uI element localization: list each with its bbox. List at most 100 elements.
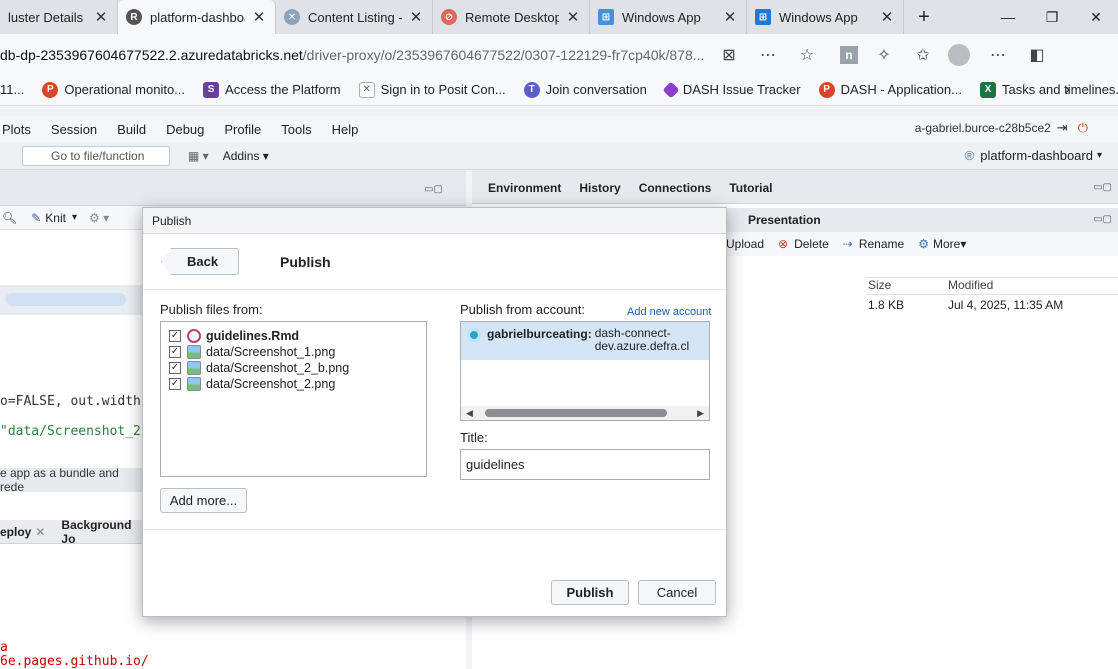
upload-label: Upload <box>726 237 765 251</box>
rename-label: Rename <box>858 237 905 251</box>
addins-menu[interactable]: Addins ▾ <box>223 149 269 163</box>
rename-button[interactable]: ⇢ Rename <box>843 237 904 251</box>
bookmark-item[interactable]: ✕ Sign in to Posit Con... <box>358 81 506 98</box>
tab-background-jobs[interactable]: Background Jo <box>61 518 143 546</box>
environment-tabs: Environment History Connections Tutorial… <box>472 170 1118 204</box>
tab-windows-app-2[interactable]: ⊞ Windows App ✕ <box>747 0 904 34</box>
favorite-star-icon[interactable]: ☆ <box>793 41 821 69</box>
scrollbar-thumb[interactable] <box>485 409 667 417</box>
sidebar-icon[interactable]: ◧ <box>1023 41 1051 69</box>
bookmark-label: Sign in to Posit Con... <box>380 82 506 97</box>
close-icon[interactable]: ✕ <box>722 8 738 26</box>
file-checkbox[interactable]: ✓ <box>169 330 181 342</box>
table-row[interactable]: 1.8 KB Jul 4, 2025, 11:35 AM <box>866 298 1118 318</box>
restore-pane-icon[interactable]: ▭▢ <box>1093 214 1112 225</box>
tab-content-listing[interactable]: ✕ Content Listing - F ✕ <box>276 0 433 34</box>
close-icon[interactable]: ✕ <box>251 8 267 26</box>
power-icon[interactable]: ⏻ <box>1078 120 1088 136</box>
menu-plots[interactable]: Plots <box>2 122 31 137</box>
add-new-account-link[interactable]: Add new account <box>627 306 711 318</box>
search-icon[interactable]: 🔍︎ <box>2 211 17 225</box>
scroll-left-icon[interactable]: ◀ <box>466 408 473 419</box>
menu-help[interactable]: Help <box>332 122 359 137</box>
goto-file-input[interactable]: Go to file/function <box>22 145 170 166</box>
url-field[interactable]: db-dp-2353967604677522.2.azuredatabricks… <box>0 42 840 68</box>
tab-presentation[interactable]: Presentation <box>748 213 821 227</box>
knit-button[interactable]: Knit <box>45 211 66 225</box>
menu-profile[interactable]: Profile <box>224 122 261 137</box>
close-icon[interactable]: ✕ <box>565 8 581 26</box>
bookmark-item[interactable]: T Join conversation <box>523 81 647 98</box>
new-tab-button[interactable]: + <box>904 0 944 34</box>
grid-layout-icon[interactable]: ▦ ▾ <box>188 149 209 163</box>
project-menu[interactable]: ® platform-dashboard ▾ <box>965 148 1102 163</box>
tab-connections[interactable]: Connections <box>631 175 720 203</box>
upload-button[interactable]: Upload <box>726 237 764 251</box>
restore-icon[interactable]: ❐ <box>1030 0 1074 34</box>
tab-deploy[interactable]: eploy <box>0 525 31 539</box>
bookmark-label: Join conversation <box>545 82 647 97</box>
menu-debug[interactable]: Debug <box>166 122 204 137</box>
extension-n-icon[interactable]: n <box>840 46 858 64</box>
bookmark-item[interactable]: P DASH - Application... <box>818 81 962 98</box>
tab-environment[interactable]: Environment <box>480 175 569 203</box>
menu-session[interactable]: Session <box>51 122 97 137</box>
close-icon[interactable]: ✕ <box>93 8 109 26</box>
chevron-right-icon[interactable]: › <box>1065 81 1070 99</box>
minimize-icon[interactable]: — <box>986 0 1030 34</box>
address-bar: db-dp-2353967604677522.2.azuredatabricks… <box>0 34 1118 74</box>
close-icon[interactable]: ✕ <box>408 8 424 26</box>
minimize-pane-icon[interactable]: ▭▢ <box>424 184 443 195</box>
more-options-icon[interactable]: ⋯ <box>754 41 782 69</box>
tab-windows-app-1[interactable]: ⊞ Windows App ✕ <box>590 0 747 34</box>
tab-platform-dashboard[interactable]: R platform-dashboa ✕ <box>118 0 276 34</box>
col-modified[interactable]: Modified <box>946 278 993 294</box>
close-window-icon[interactable]: ✕ <box>1074 0 1118 34</box>
sign-out-icon[interactable]: ⇥ <box>1057 120 1068 136</box>
tab-cluster-details[interactable]: luster Details - D ✕ <box>0 0 118 34</box>
account-item[interactable]: gabrielburceating: dash-connect-dev.azur… <box>461 322 709 360</box>
tab-title: Content Listing - F <box>308 9 402 25</box>
close-icon[interactable]: ✕ <box>879 8 895 26</box>
back-button[interactable]: Back <box>161 248 239 275</box>
gear-icon[interactable]: ⚙ ▾ <box>89 211 109 225</box>
file-checkbox[interactable]: ✓ <box>169 346 181 358</box>
r-project-icon: ® <box>964 148 975 163</box>
publish-button[interactable]: Publish <box>551 580 629 605</box>
profile-avatar-icon[interactable] <box>948 44 970 66</box>
restore-pane-icon[interactable]: ▭▢ <box>1093 182 1112 193</box>
menu-tools[interactable]: Tools <box>281 122 311 137</box>
list-item[interactable]: ✓ data/Screenshot_1.png <box>169 344 426 360</box>
thumbnail-search-bar <box>6 293 126 306</box>
tab-tutorial[interactable]: Tutorial <box>721 175 780 203</box>
list-item[interactable]: ✓ data/Screenshot_2.png <box>169 376 426 392</box>
video-off-icon[interactable]: ⊠ <box>715 41 743 69</box>
chevron-down-icon[interactable]: ▾ <box>72 212 77 223</box>
bookmark-item[interactable]: 11... <box>0 82 24 97</box>
col-size[interactable]: Size <box>866 278 946 294</box>
tab-remote-desktop[interactable]: ⊘ Remote Desktop W ✕ <box>433 0 590 34</box>
file-checkbox[interactable]: ✓ <box>169 378 181 390</box>
project-name: platform-dashboard <box>980 148 1093 163</box>
close-icon[interactable]: ✕ <box>35 525 45 539</box>
bookmark-item[interactable]: P Operational monito... <box>42 81 185 98</box>
bookmark-item[interactable]: X Tasks and timelines.... <box>979 81 1118 98</box>
menu-build[interactable]: Build <box>117 122 146 137</box>
cancel-button[interactable]: Cancel <box>638 580 716 605</box>
settings-more-icon[interactable]: ⋯ <box>984 41 1012 69</box>
bookmark-item[interactable]: DASH Issue Tracker <box>662 81 801 98</box>
favorites-icon[interactable]: ✩ <box>909 41 937 69</box>
delete-button[interactable]: ⊗ Delete <box>778 237 829 251</box>
list-item[interactable]: ✓ guidelines.Rmd <box>169 328 426 344</box>
add-more-button[interactable]: Add more... <box>160 488 247 513</box>
title-input[interactable] <box>460 449 710 480</box>
code-line: o=FALSE, out.width <box>0 394 141 409</box>
bookmark-item[interactable]: S Access the Platform <box>203 81 341 98</box>
scroll-right-icon[interactable]: ▶ <box>697 408 704 419</box>
list-item[interactable]: ✓ data/Screenshot_2_b.png <box>169 360 426 376</box>
more-menu[interactable]: ⚙ More ▾ <box>918 237 966 251</box>
extensions-icon[interactable]: ✧ <box>870 41 898 69</box>
horizontal-scrollbar[interactable]: ◀ ▶ <box>461 406 709 420</box>
tab-history[interactable]: History <box>571 175 628 203</box>
file-checkbox[interactable]: ✓ <box>169 362 181 374</box>
